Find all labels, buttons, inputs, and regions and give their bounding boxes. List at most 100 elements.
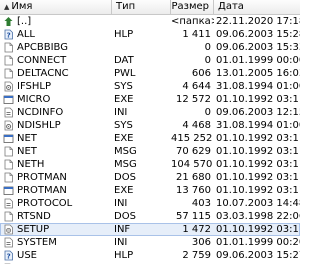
file-name-cell: SETUP [0,223,112,236]
column-header-type[interactable]: Тип [112,0,171,14]
file-name: RTSND [17,211,51,222]
file-name: MICRO [17,94,51,105]
file-type: DOS [114,172,136,183]
file-type: SYS [114,81,133,92]
file-name-cell: SYSTEM [0,236,112,249]
help-file-icon: ? [3,29,14,40]
file-type: EXE [114,133,134,144]
file-name: NDISHLP [17,120,61,131]
blank-file-icon [3,55,14,66]
file-row[interactable]: NETH MSG 104 570 01.10.1992 03:11 [0,158,300,171]
file-name-cell: RTSND [0,210,112,223]
file-type: INI [114,107,128,118]
file-size: 21 680 [176,172,211,183]
file-size: 70 629 [176,146,211,157]
file-type: HLP [114,250,134,261]
exe-file-icon [3,133,14,144]
file-row[interactable]: PROTMAN DOS 21 680 01.10.1992 03:11 [0,171,300,184]
file-size: 0 [204,42,211,53]
file-date: 01.10.1992 03:11 [216,94,300,105]
file-date: 01.10.1992 03:11 [216,146,300,157]
file-name-cell: ? ALL [0,28,112,41]
file-name: PROTMAN [17,185,67,196]
file-size: 13 760 [176,185,211,196]
file-date: 01.10.1992 03:11 [216,159,300,170]
file-date: 01.01.1999 00:20 [216,237,300,248]
file-row[interactable]: DELTACNC PWL 606 13.01.2005 16:03 [0,67,300,80]
file-date: 01.10.1992 03:11 [216,133,300,144]
file-row[interactable]: SYSTEM INI 306 01.01.1999 00:20 [0,236,300,249]
system-file-icon [3,81,14,92]
file-name: SETUP [17,224,50,235]
file-name-cell: ? USE [0,249,112,262]
sort-ascending-icon: ▲ [4,3,10,11]
blank-file-icon [3,68,14,79]
file-size: 415 252 [171,133,213,144]
file-name: IFSHLP [17,81,51,92]
file-size: 1 472 [182,224,211,235]
settings-file-icon [3,237,14,248]
file-name: USE [17,250,37,261]
file-row[interactable]: RTSND DOS 57 115 03.03.1998 22:06 [0,210,300,223]
file-type: INI [114,198,128,209]
file-row[interactable]: PROTOCOL INI 403 10.07.2003 14:48 [0,197,300,210]
file-size: 403 [191,198,211,209]
file-type: INF [114,224,131,235]
file-row[interactable]: ? ALL HLP 1 411 09.06.2003 15:28 [0,28,300,41]
column-header-size[interactable]: Размер [171,0,214,14]
file-type: DAT [114,55,134,66]
file-date: 22.11.2020 17:18 [216,16,300,27]
file-date: 31.08.1994 01:00 [216,81,300,92]
file-row[interactable]: ? USE HLP 2 759 09.06.2003 15:27 [0,249,300,262]
file-row[interactable]: PROTMAN EXE 13 760 01.10.1992 03:11 [0,184,300,197]
settings-file-icon [3,198,14,209]
file-name: ALL [17,29,35,40]
file-type: EXE [114,94,134,105]
file-row[interactable]: NET EXE 415 252 01.10.1992 03:11 [0,132,300,145]
file-name-cell: NDISHLP [0,119,112,132]
file-name: NET [17,146,37,157]
file-date: 01.10.1992 03:11 [216,172,300,183]
file-name: NCDINFO [17,107,64,118]
file-row[interactable]: NDISHLP SYS 4 468 31.08.1994 01:00 [0,119,300,132]
file-date: 09.06.2003 15:33 [216,42,300,53]
file-date: 09.06.2003 15:28 [216,29,300,40]
blank-file-icon [3,172,14,183]
file-row[interactable]: [..] <папка>22.11.2020 17:18 [0,15,300,28]
file-name: APCBBIBG [17,42,68,53]
file-name-cell: NETH [0,158,112,171]
file-name-cell: MICRO [0,93,112,106]
exe-file-icon [3,94,14,105]
file-name: [..] [17,16,32,27]
file-type: EXE [114,185,134,196]
exe-file-icon [3,185,14,196]
file-row[interactable]: APCBBIBG 0 09.06.2003 15:33 [0,41,300,54]
file-date: 09.06.2003 12:15 [216,107,300,118]
settings-file-icon [3,107,14,118]
file-name: SYSTEM [17,237,57,248]
folder-up-icon [3,16,14,27]
file-size: 4 644 [182,81,211,92]
column-header-name[interactable]: ▲ Имя [0,0,112,14]
file-rows: [..] <папка>22.11.2020 17:18? ALL HLP 1 411 0… [0,15,300,264]
file-row[interactable]: SETUP INF 1 472 01.10.1992 03:11 [0,223,300,236]
column-header-date[interactable]: Дата [214,0,300,14]
file-type: PWL [114,68,136,79]
file-size: 0 [204,107,211,118]
file-name-cell: PROTOCOL [0,197,112,210]
file-date: 10.07.2003 14:48 [216,198,300,209]
file-size: 104 570 [171,159,213,170]
file-name-cell: APCBBIBG [0,41,112,54]
file-name: PROTOCOL [17,198,73,209]
file-type: MSG [114,146,137,157]
file-name-cell: NCDINFO [0,106,112,119]
file-row[interactable]: CONNECT DAT 0 01.01.1999 00:00 [0,54,300,67]
blank-file-icon [3,211,14,222]
file-date: 01.01.1999 00:00 [216,55,300,66]
file-row[interactable]: NET MSG 70 629 01.10.1992 03:11 [0,145,300,158]
file-row[interactable]: IFSHLP SYS 4 644 31.08.1994 01:00 [0,80,300,93]
file-row[interactable]: MICRO EXE 12 572 01.10.1992 03:11 [0,93,300,106]
file-size: 306 [191,237,211,248]
file-row[interactable]: NCDINFO INI 0 09.06.2003 12:15 [0,106,300,119]
file-name-cell: PROTMAN [0,171,112,184]
